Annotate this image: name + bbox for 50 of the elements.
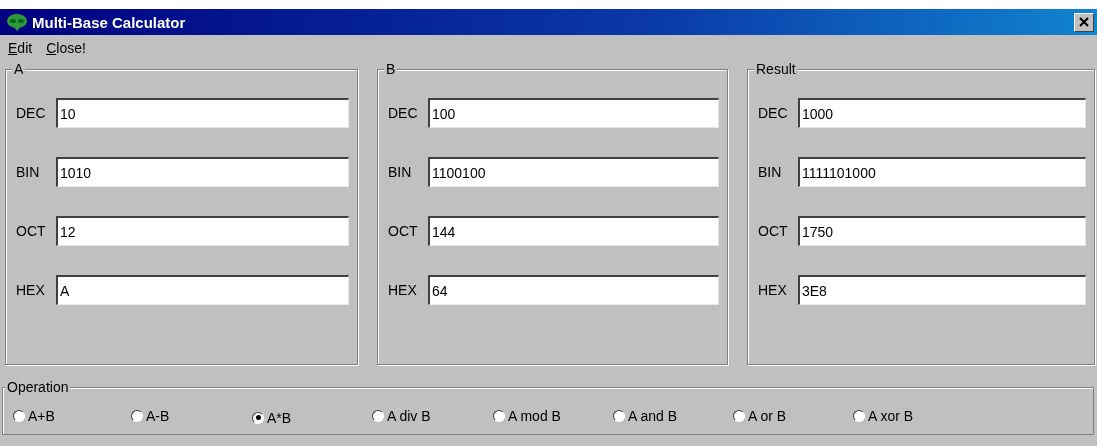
radio-indicator[interactable] [853, 410, 865, 422]
radio-indicator[interactable] [613, 410, 625, 422]
radio-button[interactable]: A-B [131, 408, 170, 424]
input-field[interactable]: 1100100 [428, 157, 719, 187]
input-field[interactable]: 64 [428, 275, 719, 305]
radio-indicator[interactable] [13, 410, 25, 422]
radio-button[interactable]: A or B [733, 408, 787, 424]
window-title: Multi-Base Calculator [32, 13, 187, 31]
input-field[interactable]: 1010 [56, 157, 349, 187]
radio-indicator[interactable] [372, 410, 384, 422]
field-label: HEX [388, 282, 418, 298]
radio-button[interactable]: A and B [613, 408, 678, 424]
input-field[interactable]: 3E8 [798, 275, 1086, 305]
close-button[interactable] [1074, 12, 1094, 32]
field-label: DEC [758, 105, 789, 121]
group-title: Operation [5, 379, 71, 395]
radio-indicator[interactable] [131, 410, 143, 422]
field-label: HEX [758, 282, 788, 298]
group-title: Result [754, 61, 798, 77]
field-label: DEC [16, 105, 47, 121]
radio-button[interactable]: A mod B [493, 408, 561, 424]
radio-indicator[interactable] [493, 410, 505, 422]
input-field[interactable]: A [56, 275, 349, 305]
radio-button[interactable]: A+B [13, 408, 55, 424]
field-label: DEC [388, 105, 419, 121]
input-field[interactable]: 1000 [798, 98, 1086, 128]
menu-item[interactable]: Close! [46, 40, 86, 57]
radio-button[interactable]: A div B [372, 408, 431, 424]
input-field[interactable]: 1750 [798, 216, 1086, 246]
field-label: HEX [16, 282, 46, 298]
group-title: A [12, 61, 26, 77]
menu-item[interactable]: Edit [8, 40, 33, 57]
input-field[interactable]: 144 [428, 216, 719, 246]
radio-indicator[interactable] [252, 411, 264, 424]
field-label: OCT [16, 223, 47, 239]
input-field[interactable]: 10 [56, 98, 349, 128]
field-label: BIN [758, 164, 783, 180]
radio-button[interactable]: A*B [252, 409, 292, 426]
field-label: BIN [16, 164, 41, 180]
field-label: OCT [388, 223, 419, 239]
input-field[interactable]: 1111101000 [798, 157, 1086, 187]
input-field[interactable]: 100 [428, 98, 719, 128]
group-title: B [384, 61, 398, 77]
alien-head-icon [6, 13, 28, 31]
radio-indicator[interactable] [733, 410, 745, 422]
input-field[interactable]: 12 [56, 216, 349, 246]
close-icon [1079, 17, 1089, 27]
radio-button[interactable]: A xor B [853, 408, 914, 424]
field-label: BIN [388, 164, 413, 180]
field-label: OCT [758, 223, 789, 239]
